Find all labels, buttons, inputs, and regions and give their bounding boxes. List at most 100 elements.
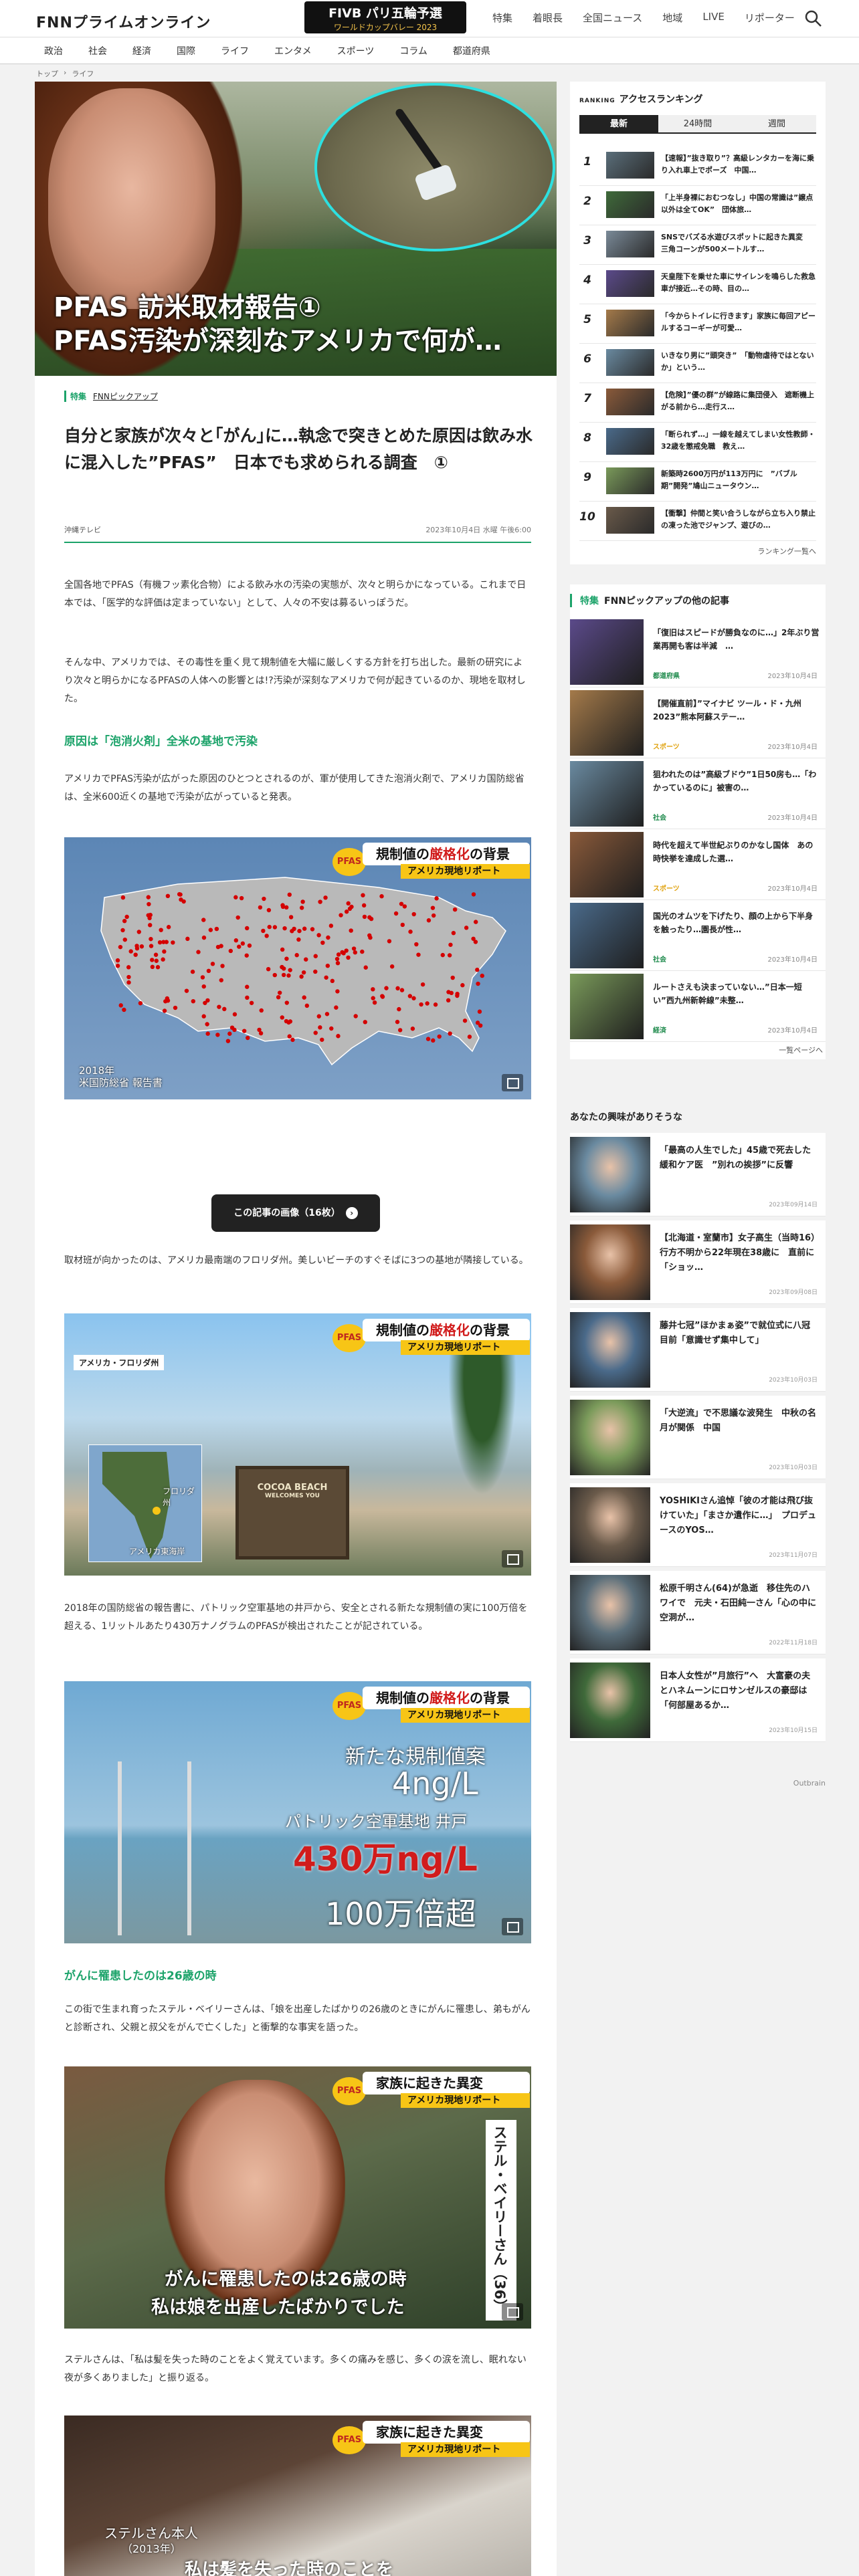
base-dot xyxy=(313,954,318,958)
base-dot xyxy=(414,942,419,947)
cat-economy[interactable]: 経済 xyxy=(132,44,151,58)
gallery-icon[interactable] xyxy=(502,2303,523,2321)
ranking-more-link[interactable]: ランキング一覧へ xyxy=(757,546,816,556)
ranking-item[interactable]: 3 SNSでバズる水遊びスポットに起きた異変 三角コーンが500メートルす… xyxy=(579,222,816,265)
outbrain-logo[interactable]: Outbrain xyxy=(793,1779,826,1788)
base-dot xyxy=(362,914,367,920)
nav-reporter[interactable]: リポーター xyxy=(745,11,795,25)
pickup-item[interactable]: 「復旧はスピードが勝負なのに…」2年ぶり営業再開も客は半減 … 都道府県 2023年… xyxy=(570,617,826,687)
tab-weekly[interactable]: 週間 xyxy=(737,115,816,132)
stel-bailey-figure[interactable]: PFAS 家族に起きた異変 アメリカ現地リポート ステル・ベイリーさん（36） … xyxy=(64,2066,531,2329)
florida-inset-map: フロリダ州 アメリカ東海岸 xyxy=(88,1444,202,1562)
base-dot xyxy=(360,949,365,954)
recommend-item[interactable]: YOSHIKIさん追悼「彼の才能は飛び抜けていた」「まさか遺作に…」 プロデュー… xyxy=(570,1483,826,1567)
pickup-item[interactable]: ルートさえも決まっていない…”日本一短い”西九州新幹線”未整… 経済 2023年10… xyxy=(570,971,826,1042)
cat-international[interactable]: 国際 xyxy=(177,44,195,58)
base-dot xyxy=(432,913,436,918)
pickup-item[interactable]: 国光のオムツを下げたり、顔の上から下半身を触ったり…園長が性… 社会 2023年10… xyxy=(570,900,826,971)
cat-sports[interactable]: スポーツ xyxy=(337,44,375,58)
pickup-thumbnail xyxy=(570,761,644,827)
pickup-item[interactable]: 狙われたのは”高級ブドウ”1日50房も…「わかっているのに」被害の… 社会 2023… xyxy=(570,758,826,829)
cat-column[interactable]: コラム xyxy=(399,44,427,58)
ranking-item[interactable]: 2 「上半身裸におむつなし」中国の常識は”譲点以外は全てOK” 団体旅… xyxy=(579,183,816,225)
recommend-item[interactable]: 松原千明さん(64)が急逝 移住先のハワイで 元夫・石田純一さん「心の中に空洞が… xyxy=(570,1571,826,1654)
base-dot xyxy=(280,1015,284,1020)
nav-chakuganchou[interactable]: 着眼長 xyxy=(533,11,563,25)
ranking-item[interactable]: 8 「断られず…」一線を越えてしまい女性教師・32歳を懲戒免職 教え… xyxy=(579,419,816,462)
subheading-cancer: がんに罹患したのは26歳の時 xyxy=(64,1969,217,1983)
recommend-item[interactable]: 「大逆流」で不思議な波発生 中秋の名月が関係 中国 2023年10月03日 xyxy=(570,1396,826,1479)
article-date: 2023年10月4日 水曜 午後6:00 xyxy=(425,526,531,534)
tab-24h[interactable]: 24時間 xyxy=(658,115,737,132)
search-icon[interactable] xyxy=(803,8,823,28)
base-dot xyxy=(219,944,223,948)
base-dot xyxy=(339,913,343,918)
florida-beach-figure[interactable]: アメリカ・フロリダ州 フロリダ州 アメリカ東海岸 COCOA BEACH WELC… xyxy=(64,1313,531,1576)
ranking-item[interactable]: 7 【危険】”優の群”が線路に集団侵入 遮断機上がる前から…走行ス… xyxy=(579,380,816,423)
site-logo[interactable]: FNNプライムオンライン xyxy=(36,11,211,32)
base-dot xyxy=(280,947,285,952)
category-nav: 政治 社会 経済 国際 ライフ エンタメ スポーツ コラム 都道府県 xyxy=(0,37,859,64)
woman-photo xyxy=(48,88,215,309)
gallery-button[interactable]: この記事の画像（16枚） › xyxy=(211,1194,380,1232)
base-dot xyxy=(222,1006,227,1012)
base-dot xyxy=(266,907,272,913)
us-base-map-figure[interactable]: 2018年 米国防総省 報告書 PFAS 規制値の厳格化の背景 アメリカ現地リポ… xyxy=(64,837,531,1099)
base-dot xyxy=(148,923,153,928)
ranking-item[interactable]: 9 新築時2600万円が113万円に ”バブル期”開発”鳩山ニュータウン… xyxy=(579,459,816,502)
base-dot xyxy=(393,911,399,916)
pickup-title: 特集 FNNピックアップの他の記事 xyxy=(570,594,729,607)
base-dot xyxy=(208,928,213,932)
breadcrumb-life[interactable]: ライフ xyxy=(72,68,94,79)
cat-entertainment[interactable]: エンタメ xyxy=(274,44,312,58)
tab-latest[interactable]: 最新 xyxy=(579,115,658,132)
recommend-item[interactable]: 藤井七冠”ほかまぁ姿”で就位式に八冠目前「意識せず集中して」 2023年10月03… xyxy=(570,1308,826,1392)
hospital-photo-figure[interactable]: PFAS 家族に起きた異変 アメリカ現地リポート ステルさん本人 （2013年）… xyxy=(64,2416,531,2576)
ranking-item[interactable]: 6 いきなり男に”頭突き” 「動物虐待ではとないか」という… xyxy=(579,340,816,383)
base-dot xyxy=(171,940,175,945)
regulation-value-figure[interactable]: 新たな規制値案 4ng/L パトリック空軍基地 井戸 430万ng/L 100万… xyxy=(64,1681,531,1943)
ranking-item[interactable]: 1 【速報】”抜き取り”？高級レンタカーを海に乗り入れ車上でポーズ 中国… xyxy=(579,143,816,186)
recommend-item[interactable]: 日本人女性が”月旅行”へ 大富豪の夫とハネムーンにロサンゼルスの豪邸は「何部屋あ… xyxy=(570,1658,826,1742)
base-dot xyxy=(419,1002,423,1007)
ranking-card: RANKING アクセスランキング 最新 24時間 週間 1 【速報】”抜き取り”？… xyxy=(570,82,826,564)
caption-name: ステルさん本人 xyxy=(104,2525,198,2541)
gallery-icon[interactable] xyxy=(502,1550,523,1568)
base-dot xyxy=(371,987,375,992)
gallery-icon[interactable] xyxy=(502,1074,523,1091)
nav-region[interactable]: 地域 xyxy=(662,11,682,25)
banner-line2: ワールドカップバレー 2023 xyxy=(333,23,438,32)
nav-live[interactable]: LIVE xyxy=(702,11,725,25)
recommend-item[interactable]: 「最高の人生でした」45歳で死去した緩和ケア医 ”別れの挨拶”に反響 2023年0… xyxy=(570,1133,826,1216)
article-source[interactable]: 沖縄テレビ xyxy=(64,526,101,534)
ranking-thumbnail xyxy=(606,310,654,336)
pickup-item[interactable]: 【開催直前】”マイナビ ツール・ド・九州2023”熊本阿蘇ステー… スポーツ 202… xyxy=(570,687,826,758)
pickup-item[interactable]: 時代を超えて半世紀ぶりのかなし国体 あの時快挙を達成した選… スポーツ 2023年1… xyxy=(570,829,826,900)
cat-prefectures[interactable]: 都道府県 xyxy=(453,44,490,58)
base-dot xyxy=(336,1034,341,1039)
base-dot xyxy=(478,1023,483,1028)
base-dot xyxy=(395,1019,400,1025)
nav-feature[interactable]: 特集 xyxy=(492,11,512,25)
palm-tree xyxy=(439,1340,526,1527)
pickup-more-link[interactable]: 一覧ページへ xyxy=(779,1045,823,1055)
nav-national-news[interactable]: 全国ニュース xyxy=(583,11,642,25)
pickup-link[interactable]: FNNピックアップ xyxy=(93,391,158,402)
ranking-item[interactable]: 10 【衝撃】仲間と笑い合うしながら立ち入り禁止の凍った池でジャンプ、遊びの… xyxy=(579,498,816,541)
caption-subtitle: 私は髪を失った時のことを xyxy=(185,2560,394,2576)
base-dot xyxy=(122,937,127,942)
cat-life[interactable]: ライフ xyxy=(221,44,249,58)
cat-society[interactable]: 社会 xyxy=(88,44,107,58)
article-meta: 沖縄テレビ 2023年10月4日 水曜 午後6:00 xyxy=(64,524,531,543)
recommend-item[interactable]: 【北海道・室蘭市】女子高生（当時16）行方不明から22年現在38歳に 直前に「シ… xyxy=(570,1220,826,1304)
cat-politics[interactable]: 政治 xyxy=(44,44,63,58)
ranking-item[interactable]: 5 「今からトイレに行きます」家族に毎回アピールするコーギーが可愛… xyxy=(579,301,816,344)
recommend-thumbnail xyxy=(570,1400,650,1475)
ranking-item[interactable]: 4 天皇陛下を乗せた車にサイレンを鳴らした救急車が接近…その時、目の… xyxy=(579,261,816,304)
base-dot xyxy=(416,952,421,957)
base-dot xyxy=(480,973,484,978)
breadcrumb-top[interactable]: トップ xyxy=(36,68,58,79)
gallery-icon[interactable] xyxy=(502,1918,523,1935)
volleyball-banner[interactable]: FIVB パリ五輪予選 ワールドカップバレー 2023 xyxy=(304,1,466,33)
ranking-headline: 「断られず…」一線を越えてしまい女性教師・32歳を懲戒免職 教え… xyxy=(661,430,816,451)
